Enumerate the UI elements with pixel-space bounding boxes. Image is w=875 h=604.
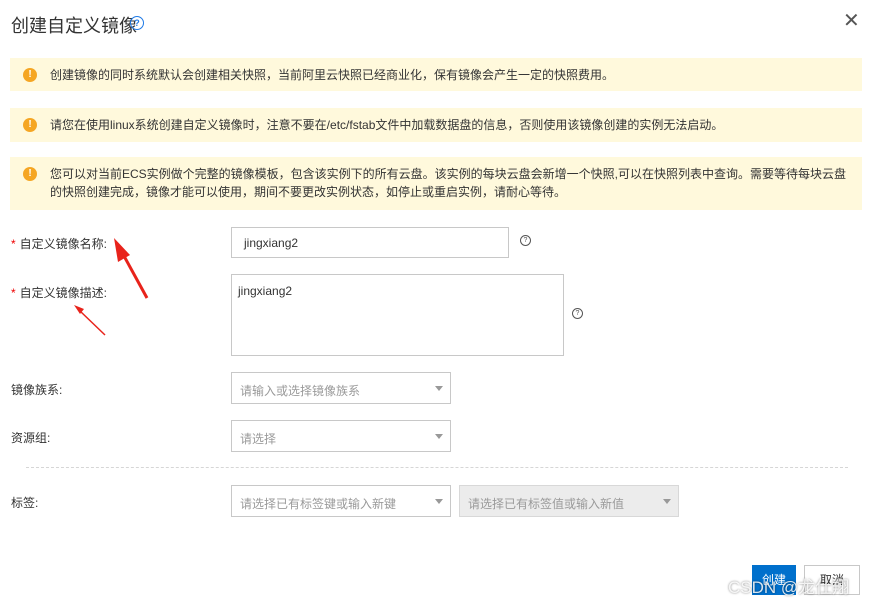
- annotation-arrows: [74, 238, 149, 336]
- annotation-arrow-description: [74, 305, 106, 336]
- annotation-arrow-name: [114, 238, 149, 299]
